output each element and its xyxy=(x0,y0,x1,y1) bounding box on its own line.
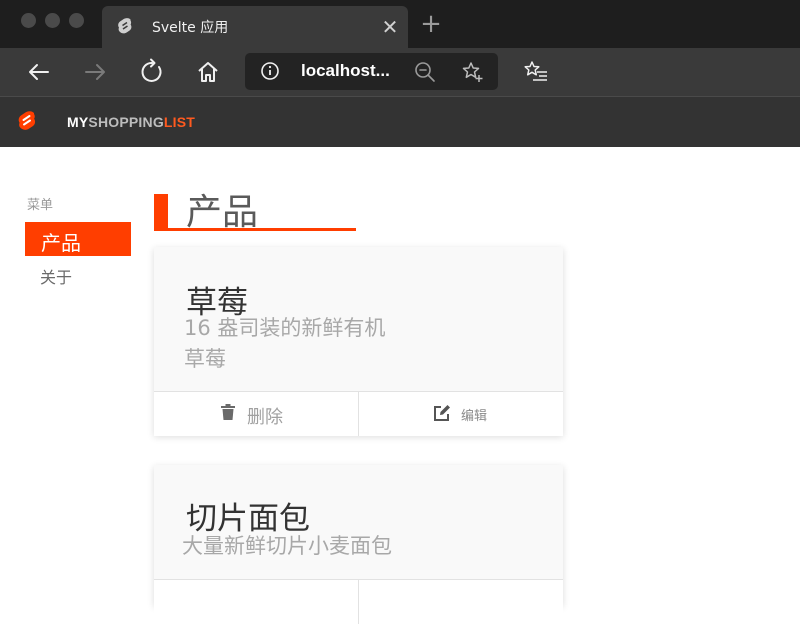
product-description-line1: 16 盎司装的新鲜有机 xyxy=(184,316,386,340)
svelte-logo-icon xyxy=(118,18,132,34)
menu-heading: 菜单 xyxy=(27,198,54,213)
brand-my: MY xyxy=(67,114,89,130)
edit-label: 编辑 xyxy=(461,409,488,424)
info-icon[interactable] xyxy=(261,62,279,80)
refresh-icon[interactable] xyxy=(138,58,166,86)
delete-label: 删除 xyxy=(247,407,283,428)
arrow-right-icon[interactable] xyxy=(81,58,109,86)
actions-divider xyxy=(358,580,359,624)
delete-button[interactable]: 删除 xyxy=(154,392,358,436)
sidebar-item-about[interactable]: 关于 xyxy=(40,264,72,288)
product-description-line1: 大量新鲜切片小麦面包 xyxy=(182,534,392,558)
brand-shopping: SHOPPING xyxy=(88,114,164,130)
card-actions xyxy=(154,579,563,624)
sidebar-item-label: 产品 xyxy=(41,231,81,255)
title-accent-bar xyxy=(154,194,168,230)
edit-button[interactable]: 编辑 xyxy=(359,392,563,436)
product-card: 草莓 16 盎司装的新鲜有机 草莓 删除 编辑 xyxy=(154,247,563,436)
sidebar-item-products[interactable]: 产品 xyxy=(25,222,131,256)
brand-list: LIST xyxy=(163,114,196,130)
address-text[interactable]: localhost... xyxy=(301,61,390,81)
svelte-logo-icon[interactable] xyxy=(16,110,38,134)
app-brand[interactable]: MYSHOPPINGLIST xyxy=(67,114,195,130)
edit-icon xyxy=(434,405,450,421)
trash-icon xyxy=(221,404,235,420)
product-card: 切片面包 大量新鲜切片小麦面包 xyxy=(154,465,563,624)
favorites-list-icon[interactable] xyxy=(524,60,548,84)
window-maximize-dot[interactable] xyxy=(69,13,84,28)
browser-toolbar: localhost... xyxy=(0,48,800,96)
page-title: 产品 xyxy=(186,192,259,233)
tab-title: Svelte 应用 xyxy=(152,20,229,36)
arrow-left-icon[interactable] xyxy=(25,58,53,86)
window-close-dot[interactable] xyxy=(21,13,36,28)
new-tab-button[interactable]: + xyxy=(418,11,444,38)
browser-tab[interactable]: Svelte 应用 ✕ xyxy=(102,6,408,48)
browser-titlebar: Svelte 应用 ✕ + xyxy=(0,0,800,48)
product-description-line2: 草莓 xyxy=(184,347,226,371)
card-actions: 删除 编辑 xyxy=(154,391,563,436)
home-icon[interactable] xyxy=(194,58,222,86)
window-minimize-dot[interactable] xyxy=(45,13,60,28)
address-bar[interactable]: localhost... xyxy=(245,53,498,90)
star-add-icon[interactable] xyxy=(462,61,484,83)
zoom-out-icon[interactable] xyxy=(414,61,436,83)
app-header: MYSHOPPINGLIST xyxy=(0,96,800,147)
tab-close-icon[interactable]: ✕ xyxy=(380,17,400,37)
